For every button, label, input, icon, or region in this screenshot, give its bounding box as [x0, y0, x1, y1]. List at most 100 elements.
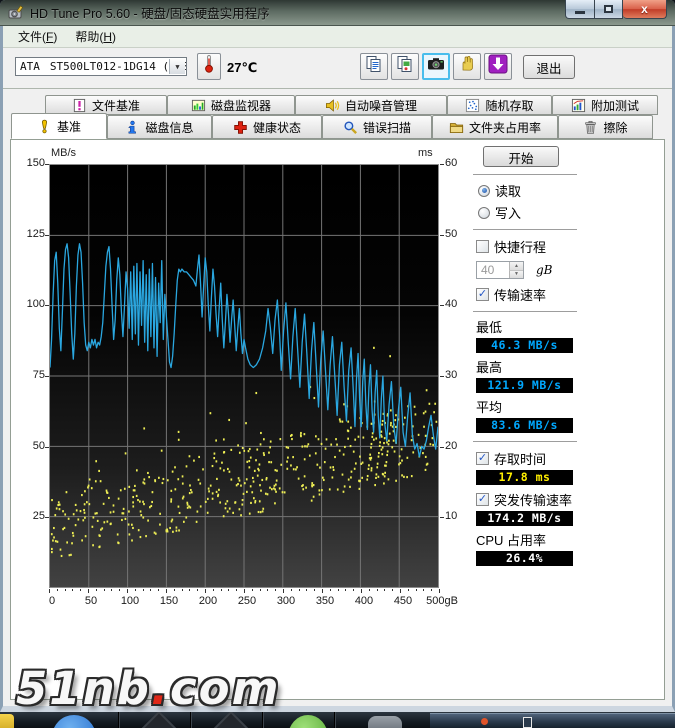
tab-label: 基准	[57, 118, 81, 135]
short-stroke-checkbox[interactable]: 快捷行程	[476, 237, 585, 256]
minimize-button[interactable]	[565, 0, 595, 19]
tab-benchmark[interactable]: 基准	[11, 113, 107, 139]
close-button[interactable]: x	[623, 0, 667, 19]
write-radio[interactable]: 写入	[478, 203, 585, 222]
exit-button[interactable]: 退出	[523, 55, 575, 79]
separator	[473, 229, 577, 231]
burst-rate-checkbox[interactable]: 突发传输速率	[476, 490, 585, 509]
min-label: 最低	[476, 317, 585, 336]
tab-label: 健康状态	[253, 119, 301, 136]
taskbar-item[interactable]	[0, 714, 14, 728]
tab-row-primary: 基准 磁盘信息 健康状态 错误扫描 文件夹占用率 擦除	[11, 115, 664, 139]
temperature-value: 27℃	[227, 60, 257, 76]
checkbox-checked-icon	[476, 452, 489, 465]
checkbox-checked-icon	[476, 288, 489, 301]
tab-extra-tests[interactable]: 附加测试	[552, 95, 658, 115]
watermark: 51nb.com	[16, 662, 280, 715]
tab-file-benchmark[interactable]: 文件基准	[45, 95, 167, 115]
burst-rate-value: 174.2 MB/s	[476, 511, 573, 526]
x-axis-tick-label: 0	[34, 595, 70, 607]
copy-text-button[interactable]	[360, 53, 388, 80]
file-benchmark-icon	[72, 98, 87, 113]
radio-icon	[478, 207, 490, 219]
window-controls: x	[565, 0, 667, 19]
left-axis-tick-label: 100	[15, 298, 45, 310]
avg-label: 平均	[476, 397, 585, 416]
avg-value: 83.6 MB/s	[476, 418, 573, 433]
x-axis-tick-label: 50	[73, 595, 109, 607]
tab-label: 文件基准	[92, 97, 140, 114]
taskbar-tray-icon[interactable]	[481, 718, 488, 725]
drive-select[interactable]: ATA ST500LT012-1DG14 (500 gB) ▼	[15, 57, 187, 76]
save-results-button[interactable]	[484, 53, 512, 80]
right-axis-tick-label: 10	[445, 510, 457, 522]
screenshot-button[interactable]	[422, 53, 450, 80]
drive-model: ST500LT012-1DG14 (500 gB)	[50, 60, 186, 73]
tab-disk-monitor[interactable]: 磁盘监视器	[167, 95, 295, 115]
screenshot-icon	[426, 54, 446, 79]
random-access-icon	[465, 98, 480, 113]
max-label: 最高	[476, 357, 585, 376]
minimize-icon	[575, 11, 585, 14]
capacity-spinner[interactable]: 40 ▲▼	[476, 261, 524, 279]
restore-icon	[604, 5, 613, 13]
left-axis-tick-label: 125	[15, 228, 45, 240]
control-panel: 开始 读取 写入 快捷行程 40 ▲▼ gB 传输速率 最低 46.3 MB/s…	[469, 140, 585, 566]
tab-error-scan[interactable]: 错误扫描	[322, 115, 432, 139]
chevron-down-icon: ▼	[169, 59, 185, 74]
tab-disk-info[interactable]: 磁盘信息	[107, 115, 212, 139]
checkbox-icon	[476, 240, 489, 253]
taskbar-tray-icon[interactable]	[523, 717, 532, 728]
tab-random-access[interactable]: 随机存取	[447, 95, 552, 115]
app-icon	[8, 5, 24, 21]
restore-button[interactable]	[595, 0, 623, 19]
taskbar-item[interactable]	[288, 715, 328, 728]
capacity-value: 40	[481, 263, 494, 277]
transfer-rate-checkbox[interactable]: 传输速率	[476, 285, 585, 304]
capacity-unit: gB	[536, 263, 553, 277]
copy-image-button[interactable]	[391, 53, 419, 80]
min-value: 46.3 MB/s	[476, 338, 573, 353]
tab-health[interactable]: 健康状态	[212, 115, 322, 139]
right-axis-unit: ms	[418, 147, 433, 159]
access-time-checkbox[interactable]: 存取时间	[476, 449, 585, 468]
thermometer-icon	[199, 54, 219, 79]
drive-bus: ATA	[20, 60, 40, 73]
donate-button[interactable]	[453, 53, 481, 80]
x-axis-tick-label: 100	[112, 595, 148, 607]
spin-down-button[interactable]: ▼	[509, 270, 523, 279]
menu-help[interactable]: 帮助(H)	[66, 26, 125, 47]
titlebar[interactable]: HD Tune Pro 5.60 - 硬盘/固态硬盘实用程序 x	[0, 0, 675, 26]
x-axis-tick-label: 300	[268, 595, 304, 607]
checkbox-checked-icon	[476, 493, 489, 506]
taskbar-item[interactable]	[368, 716, 402, 728]
taskbar-item[interactable]	[52, 715, 96, 728]
tab-label: 磁盘监视器	[211, 97, 271, 114]
tab-label: 擦除	[603, 119, 627, 136]
cpu-label: CPU 占用率	[476, 530, 585, 549]
x-axis-tick-label: 200	[190, 595, 226, 607]
start-button[interactable]: 开始	[483, 146, 559, 167]
x-axis-tick-label: 350	[307, 595, 343, 607]
tab-folder-usage[interactable]: 文件夹占用率	[432, 115, 558, 139]
tab-label: 自动噪音管理	[345, 97, 417, 114]
benchmark-icon	[37, 119, 52, 134]
copy-text-icon	[364, 54, 384, 79]
menu-file[interactable]: 文件(F)	[9, 26, 66, 47]
tab-erase[interactable]: 擦除	[558, 115, 653, 139]
tab-label: 随机存取	[485, 97, 533, 114]
taskbar-tray[interactable]	[430, 713, 675, 728]
left-axis-tick-label: 150	[15, 157, 45, 169]
x-axis-tick-label: 450	[385, 595, 421, 607]
x-axis-tick-label: 150	[151, 595, 187, 607]
max-value: 121.9 MB/s	[476, 378, 573, 393]
content-area: MB/s ms 25507510012515010203040506005010…	[3, 139, 672, 706]
spin-up-button[interactable]: ▲	[509, 262, 523, 270]
aam-icon	[325, 98, 340, 113]
read-radio[interactable]: 读取	[478, 181, 585, 200]
temperature-button[interactable]	[197, 53, 221, 80]
tab-aam[interactable]: 自动噪音管理	[295, 95, 447, 115]
right-axis-tick-label: 30	[445, 369, 457, 381]
tab-label: 错误扫描	[363, 119, 411, 136]
capacity-row: 40 ▲▼ gB	[476, 261, 585, 279]
